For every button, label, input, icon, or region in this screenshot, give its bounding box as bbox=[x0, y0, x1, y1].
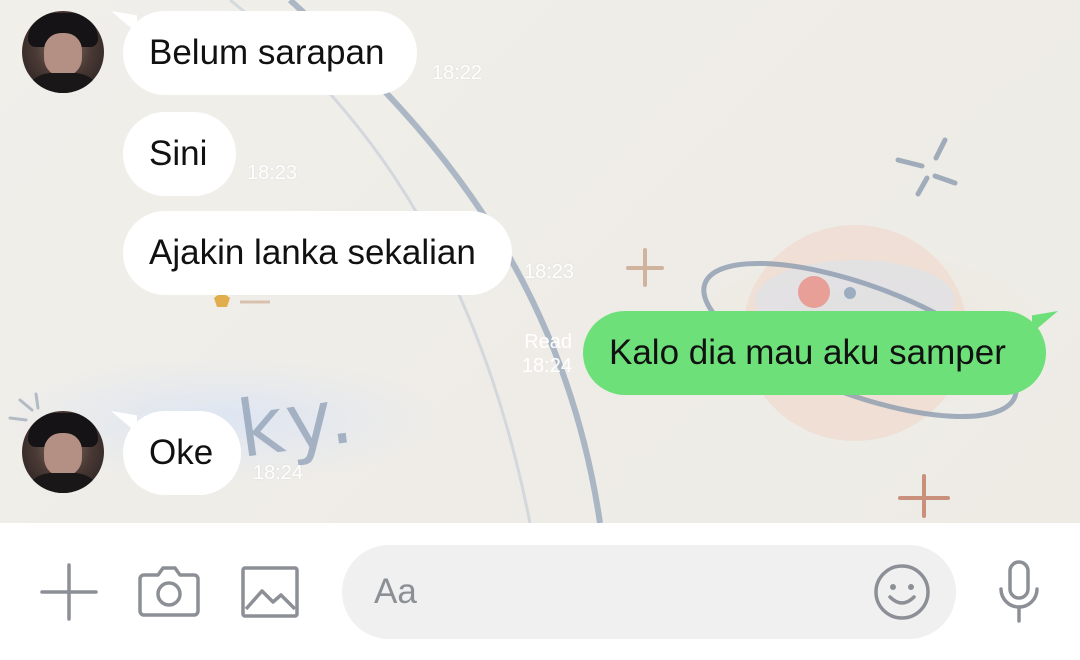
camera-icon[interactable] bbox=[138, 561, 200, 621]
message-time: 18:22 bbox=[432, 62, 483, 84]
incoming-message[interactable]: Sini bbox=[123, 112, 236, 196]
message-text: Ajakin lanka sekalian bbox=[149, 233, 476, 272]
message-text: Oke bbox=[149, 433, 214, 472]
message-text: Kalo dia mau aku samper bbox=[609, 333, 1006, 372]
outgoing-message[interactable]: Kalo dia mau aku samper bbox=[583, 311, 1058, 395]
message-time: 18:23 bbox=[524, 261, 575, 283]
message-text: Belum sarapan bbox=[149, 33, 385, 72]
message-time: 18:23 bbox=[247, 162, 298, 184]
image-icon[interactable] bbox=[240, 565, 300, 619]
incoming-message[interactable]: Ajakin lanka sekalian bbox=[123, 211, 512, 295]
microphone-icon[interactable] bbox=[996, 559, 1042, 625]
wallpaper-text: ky. bbox=[232, 370, 364, 476]
incoming-message[interactable]: Oke bbox=[111, 411, 241, 495]
message-time: 18:24 bbox=[253, 462, 304, 484]
smiley-icon[interactable] bbox=[872, 562, 932, 622]
incoming-message[interactable]: Belum sarapan bbox=[111, 11, 417, 95]
message-input[interactable]: Aa bbox=[342, 545, 956, 639]
message-text: Sini bbox=[149, 134, 208, 173]
message-input-bar: Aa bbox=[0, 523, 1080, 660]
chat-area[interactable]: ky. Belum sarapan 18:22 Sini 18:23 Ajaki… bbox=[0, 0, 1080, 523]
plus-icon[interactable] bbox=[40, 563, 98, 621]
contact-avatar[interactable] bbox=[22, 11, 104, 93]
input-placeholder: Aa bbox=[374, 572, 417, 611]
message-status: Read 18:24 bbox=[490, 330, 572, 378]
read-receipt: Read bbox=[524, 331, 572, 353]
message-time: 18:24 bbox=[521, 355, 572, 377]
contact-avatar[interactable] bbox=[22, 411, 104, 493]
